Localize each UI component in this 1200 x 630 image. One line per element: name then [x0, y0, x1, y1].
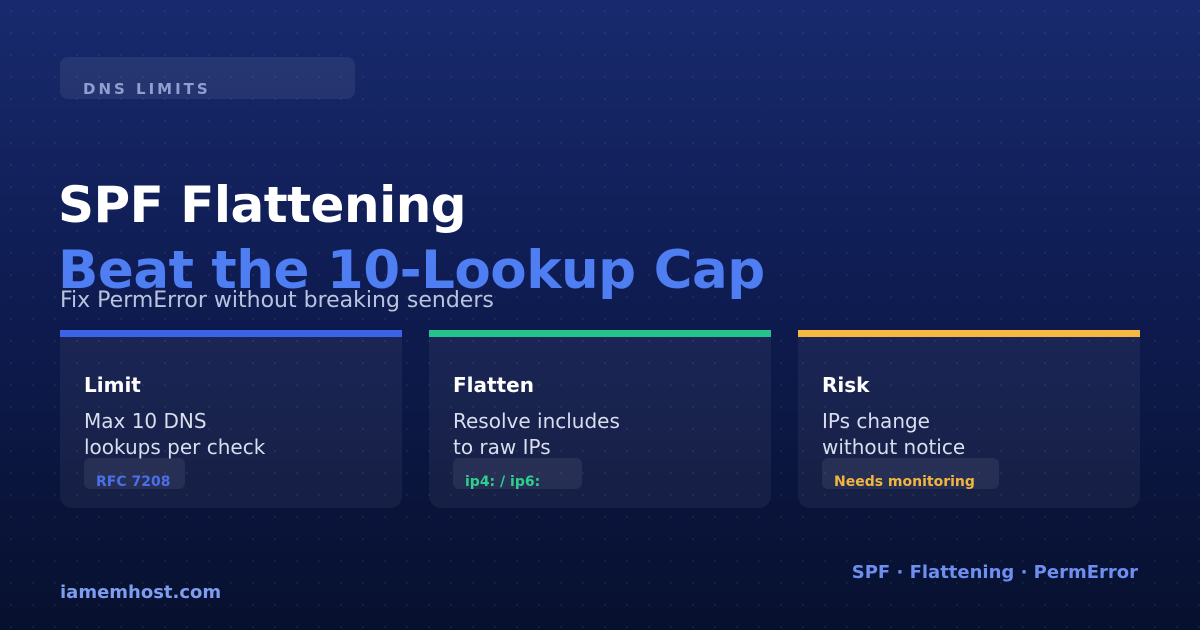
card-title: Limit — [84, 373, 141, 397]
card-text: IPs change without notice — [822, 408, 1122, 460]
category-badge: DNS LIMITS — [60, 57, 355, 99]
card-text-line: IPs change — [822, 409, 930, 433]
card-title: Flatten — [453, 373, 534, 397]
site-url-link[interactable]: iamemhost.com — [60, 582, 221, 603]
card-title: Risk — [822, 373, 870, 397]
card-chip-label: ip4: / ip6: — [465, 474, 541, 490]
card-text-line: to raw IPs — [453, 435, 551, 459]
card-chip: ip4: / ip6: — [453, 458, 582, 490]
card-text-line: Resolve includes — [453, 409, 620, 433]
card-text: Max 10 DNS lookups per check — [84, 408, 384, 460]
category-badge-label: DNS LIMITS — [83, 80, 211, 98]
card-text: Resolve includes to raw IPs — [453, 408, 753, 460]
page-title: SPF Flattening — [58, 176, 467, 234]
card-flatten: Flatten Resolve includes to raw IPs ip4:… — [429, 330, 771, 508]
card-chip-label: RFC 7208 — [96, 474, 171, 490]
card-chip: RFC 7208 — [84, 458, 185, 490]
footer-tags: SPF · Flattening · PermError — [851, 562, 1138, 583]
card-accent-bar — [60, 330, 402, 337]
card-limit: Limit Max 10 DNS lookups per check RFC 7… — [60, 330, 402, 508]
card-text-line: Max 10 DNS — [84, 409, 207, 433]
card-chip: Needs monitoring — [822, 458, 999, 490]
card-text-line: lookups per check — [84, 435, 266, 459]
card-risk: Risk IPs change without notice Needs mon… — [798, 330, 1140, 508]
card-chip-label: Needs monitoring — [834, 474, 975, 490]
card-accent-bar — [798, 330, 1140, 337]
page-tagline: Fix PermError without breaking senders — [60, 288, 494, 313]
card-text-line: without notice — [822, 435, 966, 459]
card-accent-bar — [429, 330, 771, 337]
